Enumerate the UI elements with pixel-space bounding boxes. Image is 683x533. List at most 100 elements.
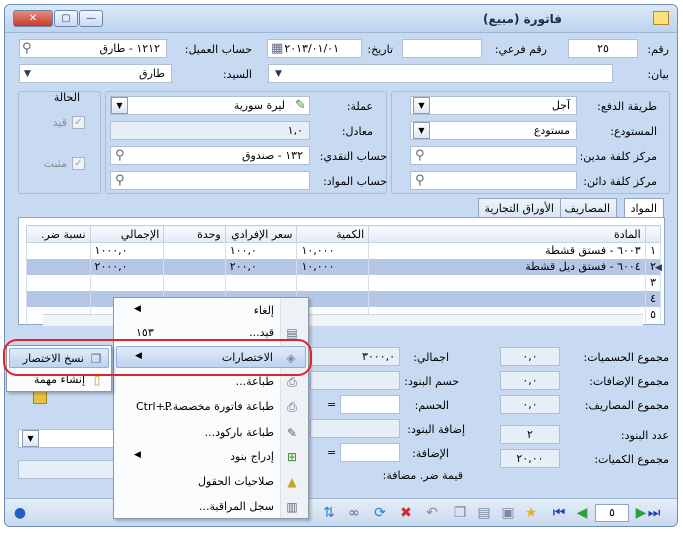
extra-field[interactable] [18, 460, 118, 479]
materials-account-field[interactable] [110, 171, 310, 190]
addition-field[interactable] [340, 443, 400, 462]
search-icon[interactable]: ⚲ [115, 174, 129, 188]
grid-cell-tax-rate[interactable] [26, 274, 91, 291]
warehouse-field[interactable]: مستودع [410, 121, 577, 140]
record-number-field[interactable]: ٥ [595, 504, 629, 522]
grid-cell-item[interactable]: ٦٠٠٣ - فستق قشطة [368, 242, 646, 259]
menu-item-create-task[interactable]: ▯ إنشاء مهمة [9, 370, 109, 390]
delete-icon[interactable]: ✖ [397, 504, 415, 522]
calendar-icon[interactable]: ▦ [271, 42, 285, 56]
grid-cell-total[interactable]: ١٠٠٠,٠ [89, 242, 165, 259]
menu-item-audit-log[interactable]: ▥ سجل المراقبة... [116, 496, 306, 518]
currency-dropdown[interactable]: ▼ [111, 97, 128, 114]
grid-header-unit[interactable]: وحدة [163, 225, 226, 243]
grid-cell-item[interactable] [368, 274, 646, 291]
table-row[interactable]: ٣ [26, 274, 662, 291]
menu-item-insert-items[interactable]: ⊞ إدراج بنود ◀ [116, 446, 306, 468]
rate-field[interactable]: ١,٠ [110, 121, 310, 140]
chevron-down-icon[interactable]: ▼ [275, 69, 282, 79]
save-icon[interactable]: ▣ [499, 504, 517, 522]
table-row[interactable]: ١ ٦٠٠٣ - فستق قشطة ١٠,٠٠٠ ١٠٠,٠ ١٠٠٠,٠ [26, 242, 662, 259]
grid-cell-unit-price[interactable]: ١٠٠,٠ [224, 242, 298, 259]
search-icon[interactable]: ⚲ [415, 149, 429, 163]
paste-icon[interactable]: ▤ [475, 504, 493, 522]
grid-header-item[interactable]: المادة [368, 225, 646, 243]
minimize-button[interactable]: — [79, 10, 103, 27]
undo-icon[interactable]: ↶ [423, 504, 441, 522]
discounts-total-field[interactable]: ٠,٠ [500, 347, 560, 366]
statement-field[interactable] [268, 64, 613, 83]
warehouse-dropdown[interactable]: ▼ [413, 122, 430, 139]
mr-field[interactable]: طارق [19, 64, 172, 83]
grid-cell-total[interactable]: ٢٠٠٠,٠ [89, 258, 165, 275]
posted-checkbox[interactable]: ✓ [72, 116, 85, 129]
first-record-icon[interactable]: ⏮ [550, 504, 568, 522]
menu-item-print-custom[interactable]: ⎙ طباعة فاتورة مخصصة... Ctrl+P [116, 396, 306, 418]
previous-record-icon[interactable]: ◀ [573, 504, 591, 522]
grid-header-unit-price[interactable]: سعر الإفرادي [224, 225, 298, 243]
grid-cell-unit[interactable] [163, 274, 226, 291]
grid-header-total[interactable]: الإجمالي [89, 225, 165, 243]
hidden-button-icon[interactable] [33, 390, 47, 404]
notes-combo-dropdown[interactable]: ▼ [22, 430, 39, 447]
grid-cell-quantity[interactable]: ١٠,٠٠٠ [296, 258, 370, 275]
grid-cell-quantity[interactable]: ١٠,٠٠٠ [296, 242, 370, 259]
grid-header-quantity[interactable]: الكمية [296, 225, 370, 243]
currency-field[interactable]: ليرة سورية [110, 96, 310, 115]
grid-header-tax-rate[interactable]: نسبة ضر. [26, 225, 91, 243]
quantities-total-field[interactable]: ٢٠,٠٠ [500, 449, 560, 468]
grid-cell-unit[interactable] [163, 242, 226, 259]
credit-cost-center-field[interactable] [410, 171, 577, 190]
grid-cell-item[interactable] [368, 290, 646, 307]
menu-item-field-permissions[interactable]: ▲ صلاحيات الحقول [116, 471, 306, 493]
expenses-total-field[interactable]: ٠,٠ [500, 395, 560, 414]
cash-account-field[interactable]: ١٣٢ - صندوق [110, 146, 310, 165]
debit-cost-center-field[interactable] [410, 146, 577, 165]
grid-cell-tax-rate[interactable] [26, 290, 91, 307]
menu-item-copy-shortcut[interactable]: ❐ نسخ الاختصار [9, 348, 109, 368]
menu-item-shortcuts[interactable]: ◈ الاختصارات ◀ [116, 346, 306, 368]
total-field[interactable]: ٣٠٠٠,٠ [310, 347, 400, 366]
payment-method-dropdown[interactable]: ▼ [413, 97, 430, 114]
items-addition-field[interactable] [310, 419, 400, 438]
chevron-down-icon[interactable]: ▼ [24, 69, 31, 79]
items-discount-field[interactable] [310, 371, 400, 390]
grid-cell-total[interactable] [89, 274, 165, 291]
grid-cell-tax-rate[interactable] [26, 242, 91, 259]
table-row[interactable]: ٢ ٦٠٠٤ - فستق ديل قشطة ١٠,٠٠٠ ٢٠٠,٠ ٢٠٠٠… [26, 258, 662, 275]
menu-item-cancel[interactable]: إلغاء ◀ [116, 300, 306, 322]
menu-item-print-barcode[interactable]: ✎ طباعة باركود... [116, 422, 306, 444]
additions-total-field[interactable]: ٠,٠ [500, 371, 560, 390]
tab-expenses[interactable]: المصاريف [557, 198, 617, 218]
items-count-field[interactable]: ٢ [500, 425, 560, 444]
maximize-button[interactable]: ▢ [54, 10, 78, 27]
search-icon[interactable]: ⚲ [415, 174, 429, 188]
next-record-icon[interactable]: ▶ [632, 504, 650, 522]
close-button[interactable]: ✕ [13, 10, 53, 27]
grid-cell-unit-price[interactable] [224, 274, 298, 291]
info-icon[interactable]: ● [11, 504, 29, 522]
grid-cell-unit[interactable] [163, 258, 226, 275]
sort-icon[interactable]: ⇅ [320, 504, 338, 522]
grid-cell-item[interactable]: ٦٠٠٤ - فستق ديل قشطة [368, 258, 646, 275]
discount-field[interactable] [340, 395, 400, 414]
menu-item-entry[interactable]: ▤ قيد... ١٥٣ [116, 322, 306, 344]
approved-checkbox[interactable]: ✓ [72, 157, 85, 170]
grid-cell-tax-rate[interactable] [26, 258, 91, 275]
menu-item-print[interactable]: ⎙ طباعة... [116, 371, 306, 393]
grid-cell-unit-price[interactable]: ٢٠٠,٠ [224, 258, 298, 275]
refresh-icon[interactable]: ⟳ [371, 504, 389, 522]
link-icon[interactable]: ∞ [345, 504, 363, 522]
number-field[interactable]: ٢٥ [568, 39, 638, 58]
search-icon[interactable]: ⚲ [115, 149, 129, 163]
favorite-star-icon[interactable]: ★ [522, 504, 540, 522]
copy-icon[interactable]: ❐ [451, 504, 469, 522]
payment-method-field[interactable]: آجل [410, 96, 577, 115]
copy-icon: ❐ [90, 352, 102, 366]
tab-commercial-papers[interactable]: الأوراق التجارية [477, 198, 561, 218]
sub-number-field[interactable] [402, 39, 482, 58]
search-icon[interactable]: ⚲ [22, 42, 36, 56]
tab-materials[interactable]: المواد [623, 198, 664, 219]
grid-cell-quantity[interactable] [296, 274, 370, 291]
customer-account-field[interactable]: ١٢١٢ - طارق [19, 39, 167, 58]
